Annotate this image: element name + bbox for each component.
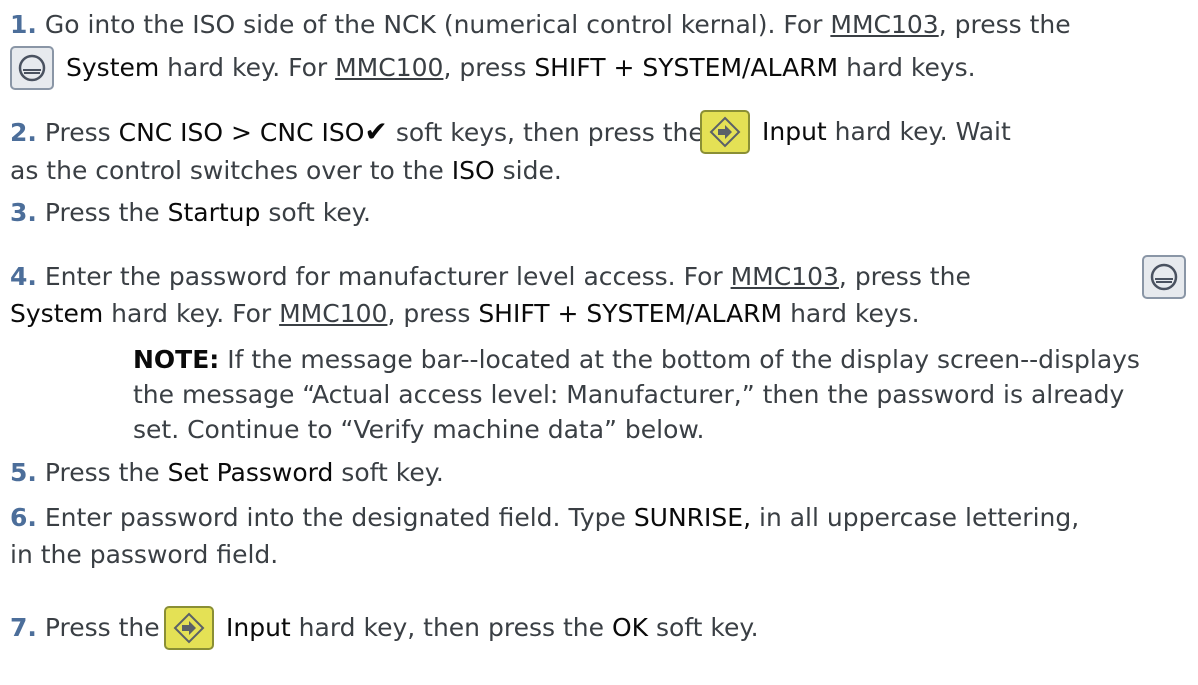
note-label: NOTE: bbox=[133, 345, 220, 374]
system-label: System bbox=[66, 53, 160, 82]
step-number: 4. bbox=[10, 262, 37, 291]
text: soft key. bbox=[333, 458, 444, 487]
soft-keys: CNC ISO > CNC ISO bbox=[118, 118, 365, 147]
step-7b: Input hard key, then press the OK soft k… bbox=[226, 613, 759, 643]
text: the message “Actual access level: Manufa… bbox=[133, 380, 1125, 409]
text: soft keys, then press the bbox=[387, 118, 704, 147]
step-6-line-1: 6. Enter password into the designated fi… bbox=[10, 503, 1079, 533]
step-2-line-2: as the control switches over to the ISO … bbox=[10, 156, 562, 186]
text: in all uppercase lettering, bbox=[751, 503, 1080, 532]
text: Press the bbox=[44, 613, 160, 642]
note-line-1: NOTE: If the message bar--located at the… bbox=[133, 345, 1140, 375]
note-line-3: set. Continue to “Verify machine data” b… bbox=[133, 415, 705, 445]
system-key-icon bbox=[1142, 255, 1186, 299]
text: as the control switches over to the bbox=[10, 156, 452, 185]
soft-key-name: Startup bbox=[167, 198, 261, 227]
system-label: System bbox=[10, 299, 104, 328]
text: Press bbox=[44, 118, 119, 147]
input-label: Input bbox=[762, 117, 827, 146]
note-line-2: the message “Actual access level: Manufa… bbox=[133, 380, 1124, 410]
text: , press bbox=[387, 299, 479, 328]
key-combo: SHIFT + SYSTEM/ALARM bbox=[478, 299, 783, 328]
step-number: 1. bbox=[10, 10, 37, 39]
step-2-line-1b: Input hard key. Wait bbox=[762, 117, 1011, 147]
model-ref: MMC103 bbox=[830, 10, 939, 39]
text: , press the bbox=[838, 262, 971, 291]
text: hard key. For bbox=[103, 299, 280, 328]
text: side. bbox=[494, 156, 562, 185]
password-value: SUNRISE, bbox=[633, 503, 752, 532]
step-3: 3. Press the Startup soft key. bbox=[10, 198, 371, 228]
model-ref: MMC100 bbox=[335, 53, 444, 82]
step-2-line-1: 2. Press CNC ISO > CNC ISO✔ soft keys, t… bbox=[10, 117, 704, 148]
text: , press the bbox=[938, 10, 1071, 39]
iso-label: ISO bbox=[451, 156, 495, 185]
soft-key-name: Set Password bbox=[167, 458, 334, 487]
input-key-icon bbox=[700, 110, 750, 154]
text: soft key. bbox=[648, 613, 759, 642]
step-number: 6. bbox=[10, 503, 37, 532]
step-4-line-2: System hard key. For MMC100, press SHIFT… bbox=[10, 299, 920, 329]
text: Press the bbox=[44, 198, 168, 227]
system-key-icon bbox=[10, 46, 54, 90]
check-icon: ✔ bbox=[364, 115, 388, 148]
instruction-page: 1. Go into the ISO side of the NCK (nume… bbox=[0, 0, 1198, 685]
step-number: 3. bbox=[10, 198, 37, 227]
text: set. Continue to “Verify machine data” b… bbox=[133, 415, 705, 444]
key-combo: SHIFT + SYSTEM/ALARM bbox=[534, 53, 839, 82]
step-4-line-1: 4. Enter the password for manufacturer l… bbox=[10, 262, 971, 292]
step-5: 5. Press the Set Password soft key. bbox=[10, 458, 444, 488]
step-7: 7. Press the bbox=[10, 613, 160, 643]
text: soft key. bbox=[260, 198, 371, 227]
step-number: 2. bbox=[10, 118, 37, 147]
input-key-icon bbox=[164, 606, 214, 650]
text: Enter password into the designated field… bbox=[44, 503, 634, 532]
text: hard key. For bbox=[159, 53, 336, 82]
text: , press bbox=[443, 53, 535, 82]
input-label: Input bbox=[226, 613, 291, 642]
text: Go into the ISO side of the NCK (numeric… bbox=[44, 10, 831, 39]
text: hard keys. bbox=[782, 299, 920, 328]
text: hard key. Wait bbox=[826, 117, 1011, 146]
soft-key-name: OK bbox=[611, 613, 649, 642]
text: If the message bar--located at the botto… bbox=[219, 345, 1140, 374]
step-number: 5. bbox=[10, 458, 37, 487]
model-ref: MMC100 bbox=[279, 299, 388, 328]
text: hard keys. bbox=[838, 53, 976, 82]
step-1-line-1: 1. Go into the ISO side of the NCK (nume… bbox=[10, 10, 1071, 40]
text: in the password field. bbox=[10, 540, 279, 569]
step-6-line-2: in the password field. bbox=[10, 540, 278, 570]
text: hard key, then press the bbox=[290, 613, 612, 642]
text: Press the bbox=[44, 458, 168, 487]
text: Enter the password for manufacturer leve… bbox=[44, 262, 731, 291]
model-ref: MMC103 bbox=[730, 262, 839, 291]
step-number: 7. bbox=[10, 613, 37, 642]
step-1-line-2: System hard key. For MMC100, press SHIFT… bbox=[66, 53, 976, 83]
